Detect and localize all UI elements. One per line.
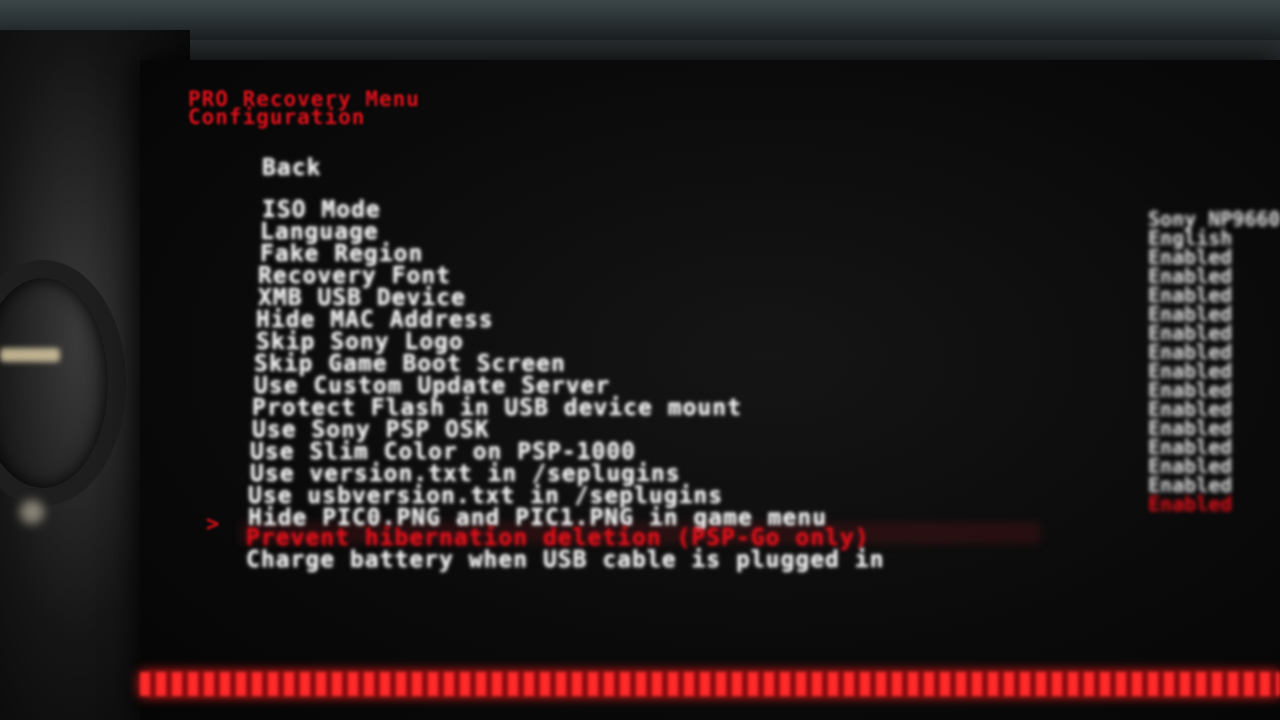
menu-item-charge-battery[interactable]: Charge battery when USB cable is plugged… <box>246 548 884 572</box>
light-glare <box>0 348 60 362</box>
bottom-status-bar <box>140 672 1280 696</box>
menu-title: PRO Recovery Menu Configuration <box>188 89 420 128</box>
menu-item-back[interactable]: Back <box>262 156 321 180</box>
top-edge <box>0 0 1280 40</box>
option-values-panel: Sony NP9660 English Enabled Enabled Enab… <box>1148 210 1280 560</box>
light-glare-2 <box>20 500 44 524</box>
option-value-selected: Enabled <box>1148 492 1233 516</box>
dpad-ring <box>0 260 126 506</box>
cursor-arrow-icon: > <box>206 512 220 537</box>
psp-screen: PRO Recovery Menu Configuration > Back I… <box>140 60 1280 720</box>
